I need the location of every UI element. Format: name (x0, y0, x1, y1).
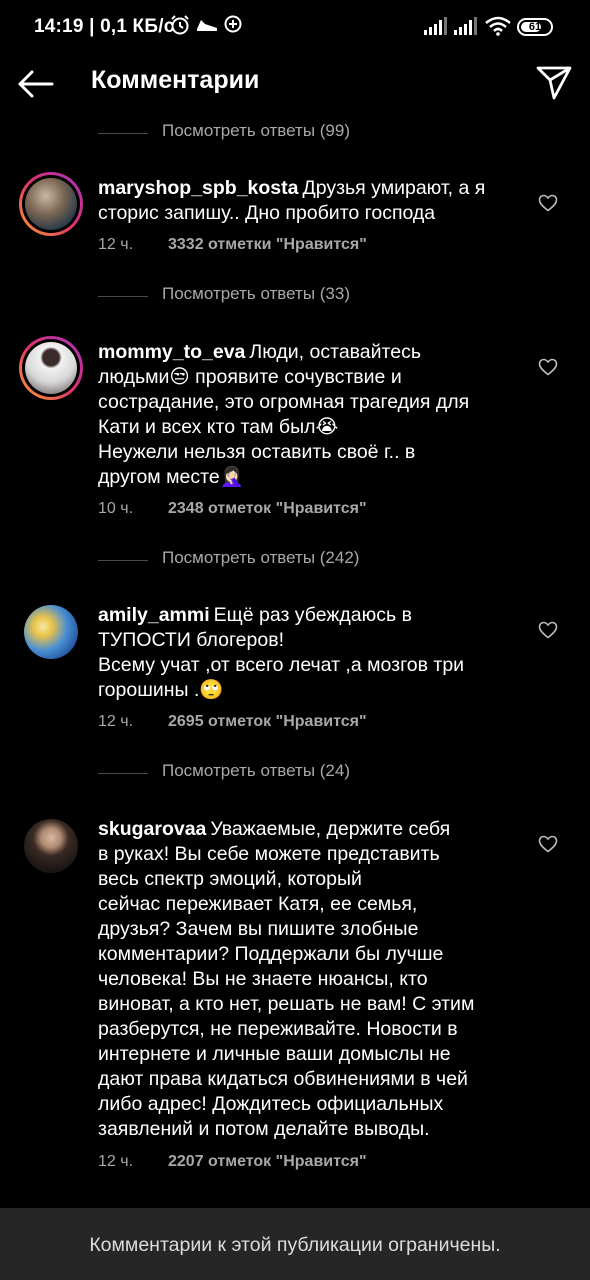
heart-icon[interactable] (538, 358, 558, 376)
comment-time: 12 ч. (98, 713, 134, 730)
status-time-speed: 14:19 | 0,1 КБ/с (34, 16, 175, 37)
header: Комментарии (0, 56, 590, 116)
comment-item: skugarovaa Уважаемые, держите себя в рука… (0, 814, 590, 1184)
avatar[interactable] (19, 336, 83, 400)
comment-item: amily_ammi Ещё раз убеждаюсь в ТУПОСТИ бл… (0, 600, 590, 740)
status-bar: 14:19 | 0,1 КБ/с 61 (0, 0, 590, 56)
divider (98, 296, 148, 297)
comment-text: amily_ammi Ещё раз убеждаюсь в ТУПОСТИ бл… (98, 604, 465, 701)
shoe-icon (197, 20, 217, 31)
comment-time: 12 ч. (98, 1153, 134, 1170)
comments-restricted-bar: Комментарии к этой публикации ограничены… (0, 1208, 590, 1280)
send-icon[interactable] (534, 62, 574, 102)
battery-icon: 61 (517, 18, 553, 36)
view-replies-link[interactable]: Посмотреть ответы (24) (98, 761, 398, 785)
comment-text: maryshop_spb_kosta Друзья умирают, а я ст… (98, 177, 486, 224)
comment-item: mommy_to_eva Люди, оставайтесь людьми😒 пр… (0, 336, 590, 526)
comment-item: maryshop_spb_kosta Друзья умирают, а я ст… (0, 172, 590, 262)
heart-icon[interactable] (538, 194, 558, 212)
signal-icon-2 (454, 17, 477, 35)
location-add-icon (224, 15, 242, 33)
comment-likes[interactable]: 3332 отметки "Нравится" (168, 236, 367, 253)
heart-icon[interactable] (538, 621, 558, 639)
comment-username[interactable]: maryshop_spb_kosta (98, 177, 299, 199)
comment-username[interactable]: amily_ammi (98, 604, 210, 626)
comment-meta: 12 ч. 2695 отметок "Нравится" (98, 713, 367, 731)
comment-username[interactable]: skugarovaa (98, 818, 206, 840)
comment-likes[interactable]: 2695 отметок "Нравится" (168, 713, 367, 730)
avatar[interactable] (19, 172, 83, 236)
heart-icon[interactable] (538, 835, 558, 853)
divider (98, 133, 148, 134)
divider (98, 560, 148, 561)
wifi-icon (485, 16, 511, 36)
battery-level: 61 (528, 21, 542, 33)
comment-text: skugarovaa Уважаемые, держите себя в рука… (98, 818, 475, 1140)
comment-time: 12 ч. (98, 236, 134, 253)
comment-meta: 10 ч. 2348 отметок "Нравится" (98, 500, 367, 518)
view-replies-link[interactable]: Посмотреть ответы (99) (98, 121, 398, 145)
avatar[interactable] (24, 605, 78, 659)
comment-likes[interactable]: 2207 отметок "Нравится" (168, 1153, 367, 1170)
divider (98, 773, 148, 774)
view-replies-link[interactable]: Посмотреть ответы (33) (98, 284, 398, 308)
comment-likes[interactable]: 2348 отметок "Нравится" (168, 500, 367, 517)
page-title: Комментарии (91, 66, 260, 94)
comment-meta: 12 ч. 3332 отметки "Нравится" (98, 236, 367, 254)
alarm-icon (171, 15, 189, 35)
signal-icon-1 (424, 17, 447, 35)
comment-text: mommy_to_eva Люди, оставайтесь людьми😒 пр… (98, 341, 470, 488)
comment-username[interactable]: mommy_to_eva (98, 341, 245, 363)
comment-time: 10 ч. (98, 500, 134, 517)
avatar[interactable] (24, 819, 78, 873)
view-replies-link[interactable]: Посмотреть ответы (242) (98, 548, 398, 572)
back-arrow-icon[interactable] (16, 64, 56, 104)
comment-meta: 12 ч. 2207 отметок "Нравится" (98, 1153, 367, 1171)
comments-restricted-text: Комментарии к этой публикации ограничены… (89, 1234, 501, 1256)
